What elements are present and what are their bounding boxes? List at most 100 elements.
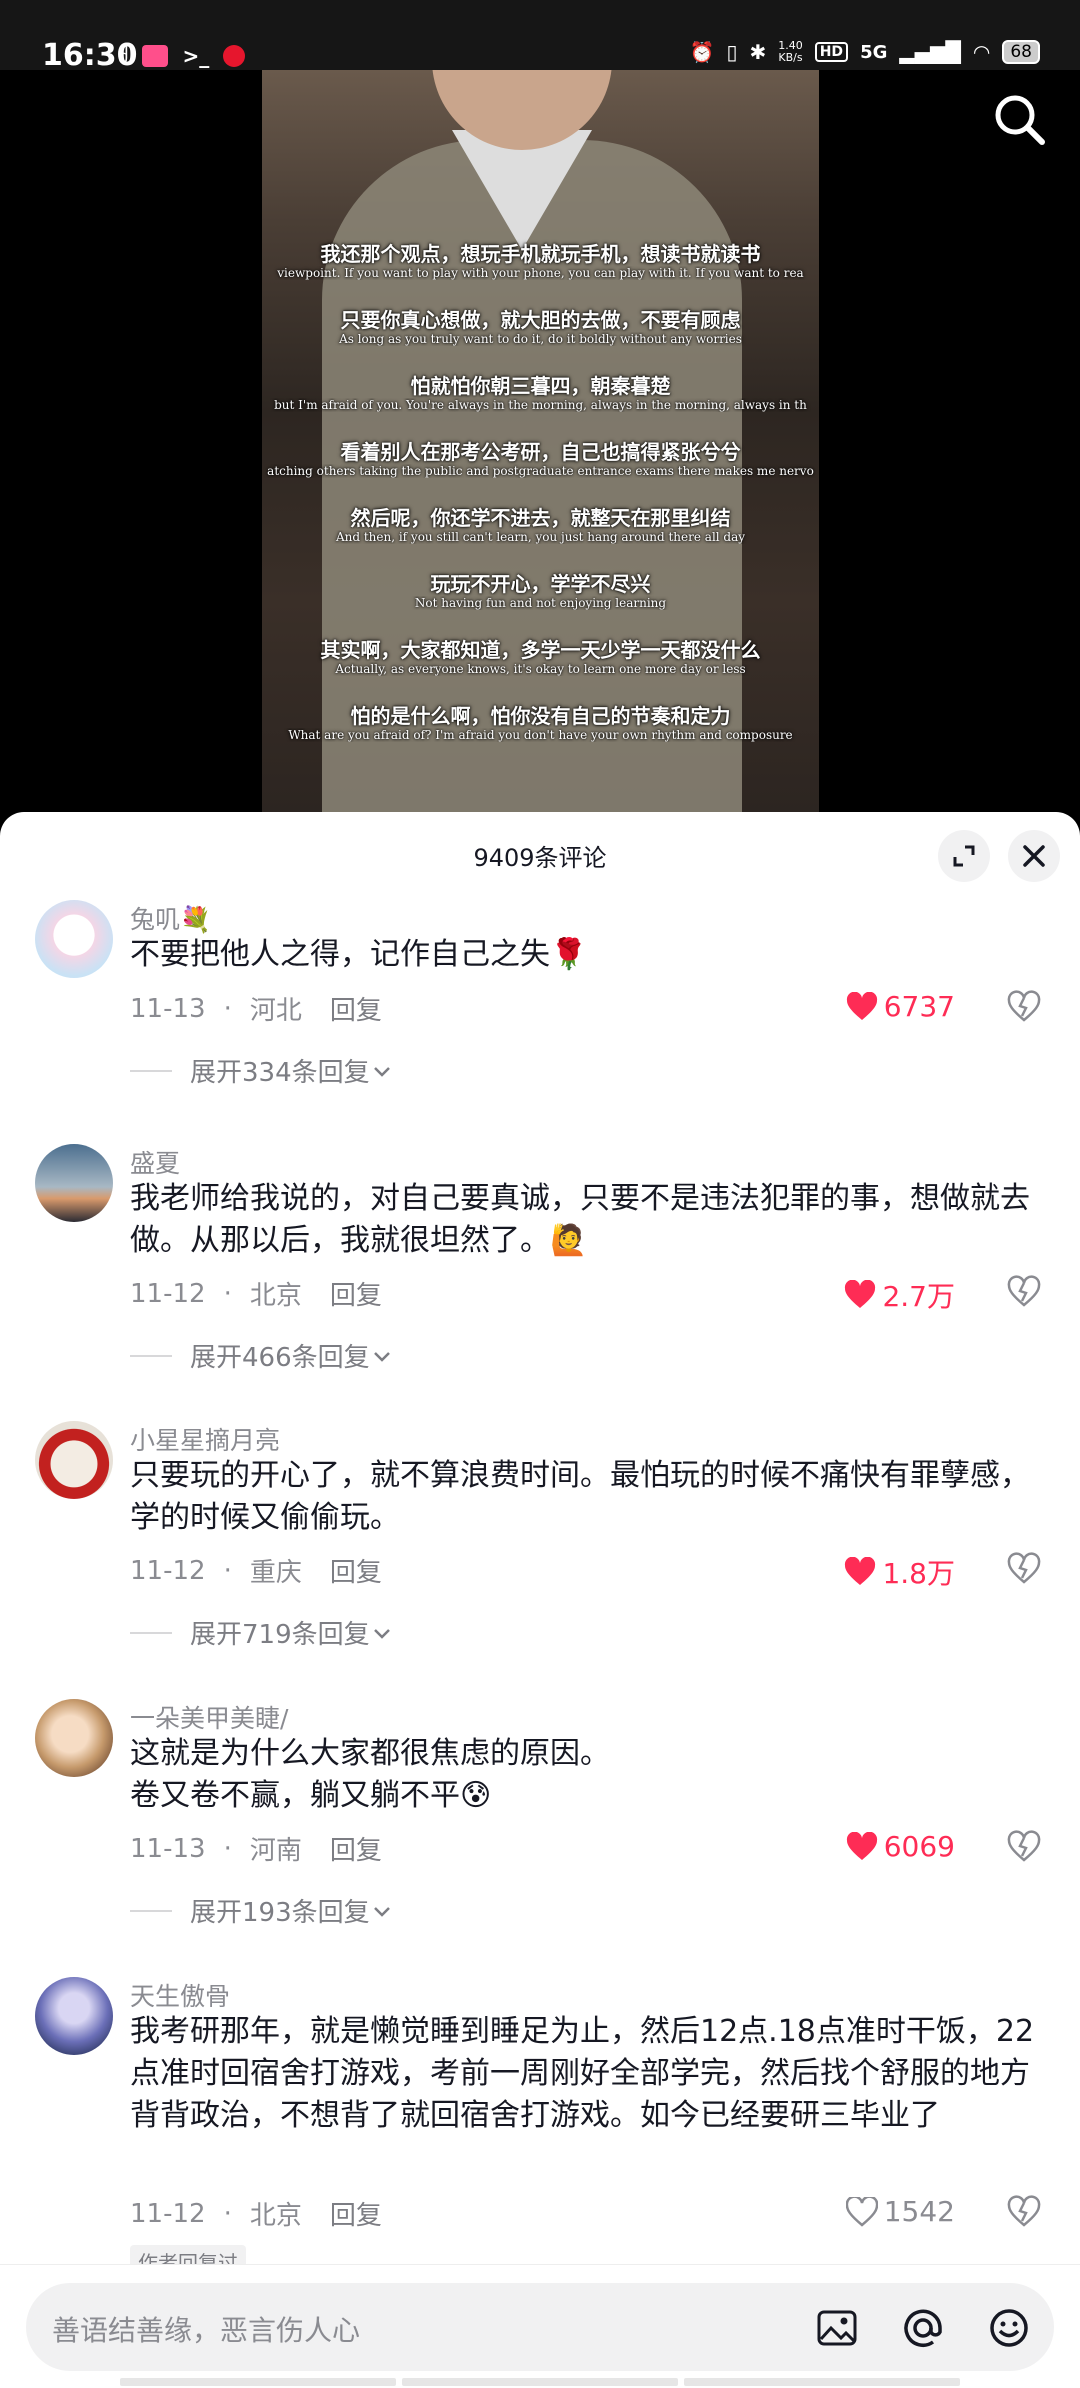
expand-replies-label: 展开334条回复	[190, 1058, 370, 1088]
app-notification-icon: ძ	[118, 44, 129, 68]
expand-replies[interactable]: 展开193条回复	[130, 1892, 394, 1929]
meta-separator: ·	[223, 1278, 232, 1309]
comment-text-line-1: 这就是为什么大家都很焦虑的原因。	[130, 1736, 610, 1771]
subtitle-en: As long as you truly want to do it, do i…	[339, 332, 742, 346]
net-speed-unit: KB/s	[778, 51, 803, 64]
subtitle-zh: 怕就怕你朝三暮四，朝秦暮楚	[410, 374, 671, 398]
subtitle-zh: 看着别人在那考公考研，自己也搞得紧张兮兮	[340, 440, 741, 464]
comment-username[interactable]: 小星星摘月亮	[130, 1421, 280, 1457]
chevron-down-icon	[373, 1906, 390, 1917]
at-icon[interactable]	[902, 2307, 944, 2349]
expand-replies[interactable]: 展开466条回复	[130, 1337, 394, 1374]
subtitle-line: 然后呢，你还学不进去，就整天在那里纠结 And then, if you stil…	[262, 506, 819, 544]
subtitle-line: 我还那个观点，想玩手机就玩手机，想读书就读书 viewpoint. If you …	[262, 242, 819, 280]
notification-icons: ძ >_	[118, 44, 246, 68]
comment-username[interactable]: 天生傲骨	[130, 1977, 230, 2013]
like-count: 1.8万	[882, 1557, 955, 1590]
emoji-icon[interactable]	[988, 2307, 1030, 2349]
comment-text: 我考研那年，就是懒觉睡到睡足为止，然后12点.18点准时干饭，22点准时回宿舍打…	[130, 2014, 1035, 2133]
meta-separator: ·	[223, 1555, 232, 1586]
comment-location: 重庆	[249, 1558, 302, 1588]
image-icon[interactable]	[816, 2307, 858, 2349]
subtitle-en: What are you afraid of? I'm afraid you d…	[288, 728, 793, 742]
expand-replies[interactable]: 展开719条回复	[130, 1614, 394, 1651]
chevron-down-icon	[373, 1628, 390, 1639]
heart-icon	[846, 991, 877, 1020]
comment-item: 小星星摘月亮 只要玩的开心了，就不算浪费时间。最怕玩的时候不痛快有罪孽感，学的时…	[0, 1409, 1080, 1650]
comments-count-title: 9409条评论	[473, 844, 607, 872]
video-frame[interactable]: 我还那个观点，想玩手机就玩手机，想读书就读书 viewpoint. If you …	[262, 70, 819, 830]
divider-line	[130, 1631, 172, 1634]
wifi-icon: ◠	[972, 40, 991, 64]
subtitle-en: Actually, as everyone knows, it's okay t…	[335, 662, 746, 676]
video-player[interactable]: 我还那个观点，想玩手机就玩手机，想读书就读书 viewpoint. If you …	[0, 70, 1080, 830]
comment-text: 只要玩的开心了，就不算浪费时间。最怕玩的时候不痛快有罪孽感，学的时候又偷偷玩。	[130, 1458, 1030, 1535]
reply-button[interactable]: 回复	[330, 990, 382, 1027]
comment-input[interactable]: 善语结善缘，恶言伤人心	[26, 2283, 1054, 2371]
like-button[interactable]: 6069	[846, 1830, 955, 1863]
network-type: 5G	[860, 41, 888, 63]
close-button[interactable]	[1008, 830, 1060, 882]
expand-button[interactable]	[938, 830, 990, 882]
dislike-heart-icon[interactable]	[1006, 988, 1042, 1024]
dislike-heart-icon[interactable]	[1006, 1550, 1042, 1586]
comments-sheet: 9409条评论 兔叽💐 不要把他人之得，记作自己之失🌹 11-13 · 河北 回…	[0, 812, 1080, 2388]
reply-button[interactable]: 回复	[330, 1552, 382, 1589]
comment-meta: 11-12 · 北京 回复	[130, 2195, 382, 2232]
comment-item: 兔叽💐 不要把他人之得，记作自己之失🌹 11-13 · 河北 回复 6737 展…	[0, 890, 1080, 1088]
reply-button[interactable]: 回复	[330, 2195, 382, 2232]
comment-item: 天生傲骨 我考研那年，就是懒觉睡到睡足为止，然后12点.18点准时干饭，22点准…	[0, 1965, 1080, 2278]
subtitle-zh: 其实啊，大家都知道，多学一天少学一天都没什么	[320, 638, 761, 662]
divider-line	[130, 1354, 172, 1357]
avatar[interactable]	[35, 1421, 113, 1499]
subtitle-line: 怕就怕你朝三暮四，朝秦暮楚 but I'm afraid of you. You'…	[262, 374, 819, 412]
dislike-heart-icon[interactable]	[1006, 1828, 1042, 1864]
close-icon	[1023, 845, 1045, 867]
expand-icon	[953, 845, 975, 867]
subtitles: 我还那个观点，想玩手机就玩手机，想读书就读书 viewpoint. If you …	[262, 242, 819, 770]
status-bar: 16:30 ძ >_ ⏰ ▯ ✱ 1.40 KB/s HD 5G ▂▄▆█ ◠ …	[0, 0, 1080, 73]
expand-replies[interactable]: 展开334条回复	[130, 1052, 394, 1089]
signal-icon: ▂▄▆█	[899, 40, 961, 64]
dislike-heart-icon[interactable]	[1006, 1273, 1042, 1309]
comment-username[interactable]: 盛夏	[130, 1144, 180, 1180]
avatar[interactable]	[35, 1144, 113, 1222]
subtitle-line: 只要你真心想做，就大胆的去做，不要有顾虑 As long as you truly…	[262, 308, 819, 346]
comment-location: 北京	[249, 1281, 302, 1311]
like-count: 6737	[883, 990, 955, 1023]
comment-text-line-2: 卷又卷不赢，躺又躺不平😰	[130, 1778, 492, 1813]
vibrate-icon: ▯	[726, 40, 738, 64]
dislike-heart-icon[interactable]	[1006, 2193, 1042, 2229]
search-icon	[995, 95, 1045, 145]
like-button[interactable]: 1542	[845, 2195, 955, 2228]
comment-location: 河南	[249, 1836, 302, 1866]
expand-replies-label: 展开719条回复	[190, 1620, 370, 1650]
comment-meta: 11-12 · 重庆 回复	[130, 1552, 382, 1589]
comment-username[interactable]: 兔叽💐	[130, 900, 211, 936]
like-count: 2.7万	[882, 1280, 955, 1313]
like-button[interactable]: 2.7万	[844, 1275, 955, 1315]
comment-date: 11-12	[130, 1555, 206, 1586]
reply-button[interactable]: 回复	[330, 1830, 382, 1867]
comment-location: 河北	[249, 996, 302, 1026]
avatar[interactable]	[35, 900, 113, 978]
subtitle-zh: 我还那个观点，想玩手机就玩手机，想读书就读书	[320, 242, 761, 266]
search-button[interactable]	[990, 90, 1050, 150]
subtitle-line: 其实啊，大家都知道，多学一天少学一天都没什么 Actually, as every…	[262, 638, 819, 676]
like-count: 6069	[883, 1830, 955, 1863]
like-button[interactable]: 6737	[846, 990, 955, 1023]
subtitle-line: 玩玩不开心，学学不尽兴 Not having fun and not enjoyi…	[262, 572, 819, 610]
subtitle-en: atching others taking the public and pos…	[267, 464, 814, 478]
avatar[interactable]	[35, 1977, 113, 2055]
terminal-icon: >_	[182, 44, 210, 68]
comment-item: 一朵美甲美睫/ 这就是为什么大家都很焦虑的原因。 卷又卷不赢，躺又躺不平😰 11…	[0, 1687, 1080, 1928]
chevron-down-icon	[373, 1066, 390, 1077]
avatar[interactable]	[35, 1699, 113, 1777]
like-button[interactable]: 1.8万	[844, 1552, 955, 1592]
like-count: 1542	[883, 2195, 955, 2228]
divider-line	[130, 1069, 172, 1072]
comment-item: 盛夏 我老师给我说的，对自己要真诚，只要不是违法犯罪的事，想做就去做。从那以后，…	[0, 1132, 1080, 1373]
comment-username[interactable]: 一朵美甲美睫/	[130, 1699, 288, 1735]
reply-button[interactable]: 回复	[330, 1275, 382, 1312]
home-indicator	[120, 2378, 960, 2386]
